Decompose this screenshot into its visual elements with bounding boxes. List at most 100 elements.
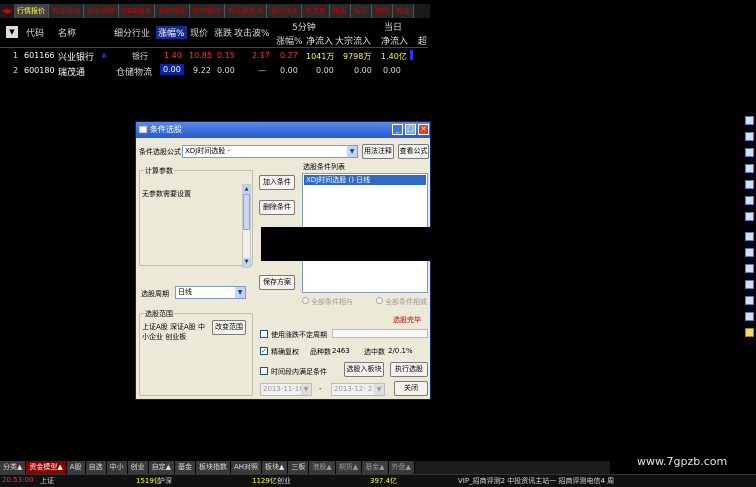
tab-founder-pool[interactable]: 方正股票池 (225, 4, 267, 18)
tab-funds[interactable]: 资金 (393, 4, 414, 18)
tab-chinext[interactable]: 创业 (127, 461, 149, 474)
doc-icon[interactable] (745, 180, 754, 189)
export-icon[interactable] (745, 296, 754, 305)
tab-dde-rank[interactable]: DDE排名 (119, 4, 156, 18)
tab-attention[interactable]: 关注度 (302, 4, 330, 18)
header-code[interactable]: 代码 (26, 26, 44, 39)
tab-sup-stats[interactable]: SUP统计 (190, 4, 225, 18)
scroll-down-icon[interactable]: ▼ (243, 258, 250, 267)
compare-icon[interactable] (745, 248, 754, 257)
chevron-down-icon[interactable]: ▼ (347, 146, 357, 157)
minimize-icon[interactable]: _ (392, 124, 403, 135)
radio-all-or[interactable] (376, 297, 383, 304)
column-selector-button[interactable]: ▼ (6, 26, 18, 38)
delete-condition-button[interactable]: 删除条件 (259, 200, 295, 215)
tab-sector[interactable]: 板块▲ (262, 461, 289, 474)
tab-hot-spots[interactable]: 潜伏热点 (267, 4, 302, 18)
precise-adjust-checkbox[interactable]: ✓ (260, 347, 268, 355)
news-ticker[interactable]: VIP_招商评测2 中投资讯主站一 招商评测电信4 周 (458, 476, 614, 486)
list-item[interactable]: XDJ时间选股 () 日线 (304, 175, 426, 185)
scope-text-line2: 小企业 创业板 (142, 333, 187, 341)
row-change-pct: 0.00 (160, 64, 184, 75)
alert-icon[interactable] (745, 264, 754, 273)
tab-third-board[interactable]: 三板 (288, 461, 310, 474)
tab-funds-2[interactable]: 基金▲ (362, 461, 389, 474)
header-industry[interactable]: 细分行业 (114, 26, 150, 39)
header-super[interactable]: 超 (418, 34, 427, 47)
lock-icon[interactable] (745, 312, 754, 321)
watermark: www.7gpzb.com (637, 455, 728, 468)
close-button[interactable]: 关闭 (394, 381, 428, 396)
date-to-picker[interactable]: 2013-12- 2 ▼ (331, 383, 385, 396)
maximize-icon[interactable]: □ (405, 124, 416, 135)
header-change-pct[interactable]: 涨幅% (156, 26, 187, 39)
dialog-titlebar[interactable]: 条件选股 _ □ ✕ (136, 122, 430, 138)
close-icon[interactable]: ✕ (418, 124, 429, 135)
execute-selection-button[interactable]: 执行选股 (390, 362, 428, 377)
header-today-net[interactable]: 净流入 (381, 34, 408, 47)
time-range-checkbox[interactable] (260, 367, 268, 375)
tab-long-short[interactable]: 多空阵线 (155, 4, 191, 18)
tool-icon[interactable] (745, 280, 754, 289)
grid-icon[interactable] (745, 164, 754, 173)
view-formula-button[interactable]: 查看公式 (398, 144, 429, 159)
header-name[interactable]: 名称 (58, 26, 76, 39)
chevron-down-icon[interactable]: ▼ (374, 384, 384, 395)
tab-fund-drive[interactable]: 资金驱动 (49, 4, 84, 18)
header-attack[interactable]: 攻击波% (234, 26, 270, 39)
tab-quotes[interactable]: 行情报价 (14, 4, 49, 18)
row-bar-marker (410, 50, 413, 60)
params-scrollbar[interactable]: ▲ ▼ (242, 184, 251, 268)
tab-futures[interactable]: 期货▲ (335, 461, 363, 474)
tab-a-shares[interactable]: A股 (66, 461, 86, 474)
fx-icon[interactable] (745, 132, 754, 141)
tab-region[interactable]: 板区 (351, 4, 372, 18)
chart-icon[interactable] (745, 116, 754, 125)
table-row[interactable]: 1 601166 兴业银行 R 银行 1.40 10.85 0.15 2.17 … (0, 50, 428, 63)
tab-ah-compare[interactable]: AH对照 (230, 461, 263, 474)
header-net-inflow[interactable]: 净流入 (306, 34, 333, 47)
scroll-up-icon[interactable]: ▲ (243, 185, 250, 194)
header-change[interactable]: 涨跌 (214, 26, 232, 39)
tab-sector-index[interactable]: 板块指数 (195, 461, 231, 474)
formula-select[interactable]: XDJ时间选股 - ▼ (182, 145, 358, 158)
list-icon[interactable] (745, 148, 754, 157)
change-scope-button[interactable]: 改变范围 (212, 320, 246, 335)
radio-all-and[interactable] (302, 297, 309, 304)
top-tab-strip: ◀▶ 行情报价 资金驱动 资金博弈 DDE排名 多空阵线 SUP统计 方正股票池… (0, 4, 430, 18)
tab-market[interactable]: 市场 (372, 4, 393, 18)
uncertain-period-checkbox[interactable] (260, 330, 268, 338)
tab-reports[interactable]: 报表 (330, 4, 351, 18)
usage-notes-button[interactable]: 用法注释 (362, 144, 394, 159)
folder-icon[interactable] (745, 232, 754, 241)
tab-self-select[interactable]: 自选 (85, 461, 107, 474)
date-from-picker[interactable]: 2013-11-18 ▼ (260, 383, 312, 396)
row-price: 9.22 (193, 66, 211, 75)
tab-foreign[interactable]: 外盘▲ (388, 461, 415, 474)
tab-hk-stocks[interactable]: 港股▲ (309, 461, 336, 474)
header-five-min-change[interactable]: 涨幅% (276, 34, 303, 47)
radio-all-and-label: 全部条件相与 (311, 298, 353, 306)
tab-scroll-arrows-icon[interactable]: ◀▶ (0, 7, 14, 15)
header-bulk-inflow[interactable]: 大宗流入 (335, 34, 371, 47)
add-condition-button[interactable]: 加入条件 (259, 175, 295, 190)
chevron-down-icon[interactable]: ▼ (235, 287, 245, 298)
row-five-min-change: 0.27 (280, 51, 298, 60)
tab-sme[interactable]: 中小 (106, 461, 128, 474)
tab-fund[interactable]: 基金 (174, 461, 196, 474)
status-cy-value: 397.4亿 (370, 477, 398, 485)
save-scheme-button[interactable]: 保存方案 (259, 275, 295, 290)
calc-icon[interactable] (745, 196, 754, 205)
tab-category[interactable]: 分类▲ (0, 461, 27, 474)
chevron-down-icon[interactable]: ▼ (301, 384, 311, 395)
table-row[interactable]: 2 600180 瑞茂通 仓储物流 0.00 9.22 0.00 — 0.00 … (0, 64, 428, 78)
add-to-block-button[interactable]: 选股入板块 (344, 362, 384, 377)
tab-custom[interactable]: 自定▲ (148, 461, 175, 474)
tab-fund-game[interactable]: 资金博弈 (84, 4, 119, 18)
zoom-icon[interactable] (745, 212, 754, 221)
period-select[interactable]: 日线 ▼ (175, 286, 246, 299)
star-icon[interactable] (745, 328, 754, 337)
header-price[interactable]: 现价 (190, 26, 208, 39)
scroll-thumb[interactable] (243, 194, 250, 230)
tab-fund-model[interactable]: 资金模型▲ (26, 461, 67, 474)
